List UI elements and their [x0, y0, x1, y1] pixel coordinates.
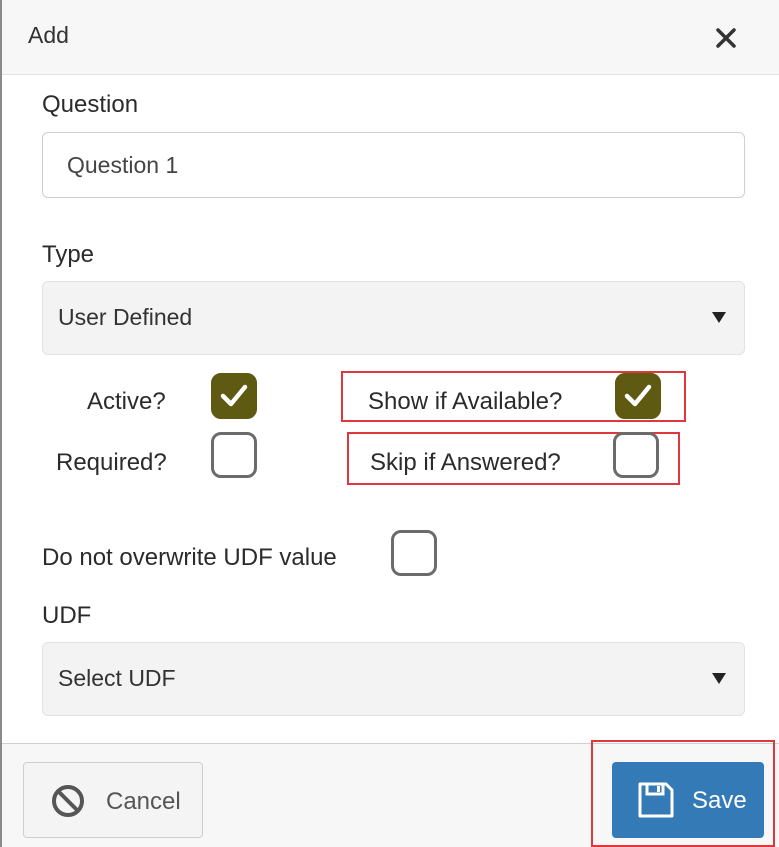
skip-if-answered-checkbox[interactable] — [613, 432, 659, 478]
active-label: Active? — [87, 388, 166, 415]
required-label: Required? — [56, 449, 167, 476]
caret-down-icon — [712, 673, 726, 684]
show-if-available-checkbox[interactable] — [615, 373, 661, 419]
skip-if-answered-label: Skip if Answered? — [370, 449, 561, 476]
udf-label: UDF — [42, 602, 92, 629]
show-if-available-label: Show if Available? — [368, 388, 563, 415]
type-select[interactable]: User Defined — [42, 281, 745, 355]
active-checkbox[interactable] — [211, 373, 257, 419]
required-checkbox[interactable] — [211, 432, 257, 478]
cancel-button-label: Cancel — [106, 788, 181, 815]
cancel-button[interactable]: Cancel — [23, 762, 203, 838]
add-question-dialog: Add Question Type User Defined Active? R… — [0, 0, 779, 847]
do-not-overwrite-checkbox[interactable] — [391, 530, 437, 576]
close-icon — [716, 28, 736, 48]
udf-select[interactable]: Select UDF — [42, 642, 745, 716]
ban-icon — [52, 785, 84, 817]
checkmark-icon — [624, 384, 652, 407]
type-select-value: User Defined — [58, 304, 193, 330]
caret-down-icon — [712, 312, 726, 323]
close-button[interactable] — [708, 20, 744, 56]
dialog-title: Add — [28, 22, 69, 48]
dialog-header: Add — [2, 0, 779, 75]
question-label: Question — [42, 91, 139, 118]
type-label: Type — [42, 241, 95, 268]
save-button-label: Save — [692, 787, 747, 814]
save-button[interactable]: Save — [612, 762, 764, 838]
checkmark-icon — [220, 384, 248, 407]
question-input[interactable] — [42, 132, 745, 198]
do-not-overwrite-label: Do not overwrite UDF value — [42, 544, 337, 571]
udf-select-value: Select UDF — [58, 665, 176, 691]
floppy-disk-icon — [638, 782, 674, 818]
